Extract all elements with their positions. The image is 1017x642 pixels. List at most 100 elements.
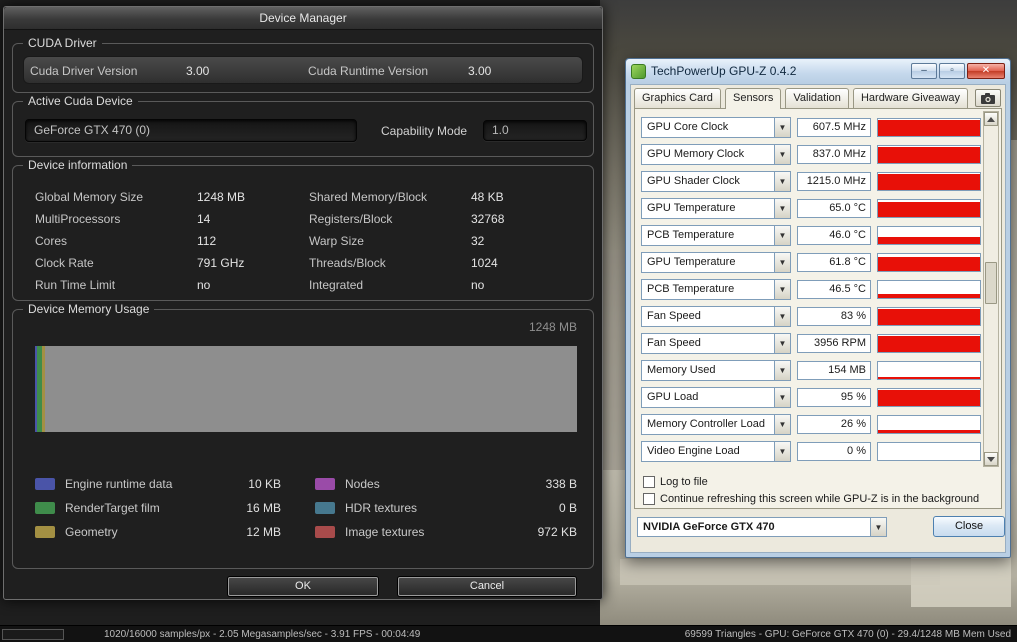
chevron-down-icon[interactable]: ▼ bbox=[774, 307, 790, 326]
chevron-down-icon[interactable]: ▼ bbox=[774, 334, 790, 353]
sensor-graph bbox=[877, 415, 981, 434]
gpu-device-select[interactable]: NVIDIA GeForce GTX 470 ▼ bbox=[637, 517, 887, 537]
chevron-down-icon[interactable]: ▼ bbox=[774, 442, 790, 461]
sensor-select[interactable]: Fan Speed ▼ bbox=[641, 333, 791, 354]
sensor-value: 83 % bbox=[797, 307, 871, 326]
info-label: Registers/Block bbox=[309, 212, 393, 226]
sensor-graph-fill bbox=[878, 376, 980, 379]
tab-sensors[interactable]: Sensors bbox=[724, 88, 782, 109]
sensor-graph bbox=[877, 361, 981, 380]
sensor-select[interactable]: Memory Used ▼ bbox=[641, 360, 791, 381]
legend-row: RenderTarget film 16 MB HDR textures 0 B bbox=[35, 496, 577, 520]
sensor-row: GPU Temperature ▼ 61.8 °C bbox=[635, 252, 1001, 273]
info-value: 1024 bbox=[471, 256, 498, 270]
legend-value: 12 MB bbox=[246, 525, 281, 539]
sensor-select[interactable]: Video Engine Load ▼ bbox=[641, 441, 791, 462]
sensor-graph bbox=[877, 388, 981, 407]
ok-button[interactable]: OK bbox=[228, 577, 378, 596]
sensor-select[interactable]: Memory Controller Load ▼ bbox=[641, 414, 791, 435]
sensor-graph bbox=[877, 280, 981, 299]
device-information-table: Global Memory Size 1248 MB Shared Memory… bbox=[35, 186, 583, 296]
render-stats-text: 1020/16000 samples/px - 2.05 Megasamples… bbox=[104, 629, 421, 640]
sensor-value: 607.5 MHz bbox=[797, 118, 871, 137]
sensor-row: GPU Memory Clock ▼ 837.0 MHz bbox=[635, 144, 1001, 165]
continue-refresh-checkbox[interactable] bbox=[643, 493, 655, 505]
sensor-select[interactable]: GPU Temperature ▼ bbox=[641, 252, 791, 273]
log-to-file-checkbox[interactable] bbox=[643, 476, 655, 488]
device-information-group: Device information Global Memory Size 12… bbox=[12, 158, 594, 301]
gpuz-window: TechPowerUp GPU-Z 0.4.2 – ▫ ✕ Graphics C… bbox=[625, 58, 1011, 558]
chevron-down-icon[interactable]: ▼ bbox=[774, 199, 790, 218]
legend-item: Engine runtime data 10 KB bbox=[35, 477, 281, 491]
sensors-tab-page: GPU Core Clock ▼ 607.5 MHz GPU Memory Cl… bbox=[634, 108, 1002, 509]
cuda-driver-version-label: Cuda Driver Version bbox=[30, 64, 138, 78]
active-cuda-device-group: Active Cuda Device GeForce GTX 470 (0) C… bbox=[12, 94, 594, 157]
chevron-down-icon[interactable]: ▼ bbox=[774, 253, 790, 272]
sensor-graph-fill bbox=[878, 429, 980, 433]
maximize-button[interactable]: ▫ bbox=[939, 63, 965, 79]
close-window-button[interactable]: ✕ bbox=[967, 63, 1005, 79]
legend-value: 0 B bbox=[558, 501, 577, 515]
cancel-button[interactable]: Cancel bbox=[398, 577, 576, 596]
info-label: Global Memory Size bbox=[35, 190, 144, 204]
close-button[interactable]: Close bbox=[933, 516, 1005, 537]
chevron-down-icon[interactable]: ▼ bbox=[774, 388, 790, 407]
info-label: Threads/Block bbox=[309, 256, 386, 270]
minimize-button[interactable]: – bbox=[911, 63, 937, 79]
legend-value: 972 KB bbox=[537, 525, 577, 539]
legend-item: Nodes 338 B bbox=[315, 477, 577, 491]
device-manager-titlebar[interactable]: Device Manager bbox=[4, 7, 602, 30]
chevron-down-icon[interactable]: ▼ bbox=[774, 145, 790, 164]
info-label: Run Time Limit bbox=[35, 278, 116, 292]
legend-swatch bbox=[35, 478, 55, 490]
active-device-select[interactable]: GeForce GTX 470 (0) bbox=[25, 119, 357, 142]
sensor-select[interactable]: GPU Temperature ▼ bbox=[641, 198, 791, 219]
memory-legend: Engine runtime data 10 KB Nodes 338 B Re… bbox=[35, 472, 577, 544]
chevron-down-icon[interactable]: ▼ bbox=[774, 226, 790, 245]
chevron-down-icon[interactable]: ▼ bbox=[870, 518, 886, 536]
cuda-driver-panel: Cuda Driver Version 3.00 Cuda Runtime Ve… bbox=[23, 56, 583, 84]
sensor-name: GPU Core Clock bbox=[647, 121, 729, 133]
sensor-select[interactable]: Fan Speed ▼ bbox=[641, 306, 791, 327]
sensor-graph-fill bbox=[878, 146, 980, 163]
tab-hardware-giveaway[interactable]: Hardware Giveaway bbox=[852, 88, 969, 108]
device-information-group-label: Device information bbox=[23, 158, 133, 172]
sensor-select[interactable]: GPU Core Clock ▼ bbox=[641, 117, 791, 138]
info-label: Clock Rate bbox=[35, 256, 94, 270]
scrollbar-thumb[interactable] bbox=[985, 262, 997, 304]
camera-icon bbox=[981, 92, 995, 104]
sensor-select[interactable]: GPU Load ▼ bbox=[641, 387, 791, 408]
device-memory-usage-group: Device Memory Usage 1248 MB Engine runti… bbox=[12, 302, 594, 569]
sensor-value: 0 % bbox=[797, 442, 871, 461]
gpu-stats-text: 69599 Triangles - GPU: GeForce GTX 470 (… bbox=[684, 629, 1011, 640]
capability-mode-field[interactable]: 1.0 bbox=[483, 120, 587, 141]
chevron-down-icon[interactable]: ▼ bbox=[774, 361, 790, 380]
scroll-up-button[interactable] bbox=[984, 112, 998, 126]
chevron-down-icon[interactable]: ▼ bbox=[774, 118, 790, 137]
sensor-select[interactable]: GPU Memory Clock ▼ bbox=[641, 144, 791, 165]
sensor-row: GPU Load ▼ 95 % bbox=[635, 387, 1001, 408]
chevron-down-icon[interactable]: ▼ bbox=[774, 280, 790, 299]
tab-graphics-card[interactable]: Graphics Card bbox=[634, 88, 721, 108]
info-value: 112 bbox=[197, 234, 217, 248]
chevron-down-icon[interactable]: ▼ bbox=[774, 415, 790, 434]
info-value: 791 GHz bbox=[197, 256, 245, 270]
gpuz-titlebar[interactable]: TechPowerUp GPU-Z 0.4.2 – ▫ ✕ bbox=[626, 59, 1010, 83]
scroll-down-button[interactable] bbox=[984, 452, 998, 466]
info-value: 48 KB bbox=[471, 190, 504, 204]
sensor-select[interactable]: PCB Temperature ▼ bbox=[641, 225, 791, 246]
tab-validation[interactable]: Validation bbox=[785, 88, 849, 108]
sensors-scrollbar[interactable] bbox=[983, 111, 999, 467]
sensor-select[interactable]: GPU Shader Clock ▼ bbox=[641, 171, 791, 192]
cuda-driver-version-value: 3.00 bbox=[186, 64, 210, 78]
sensor-select[interactable]: PCB Temperature ▼ bbox=[641, 279, 791, 300]
continue-refresh-label: Continue refreshing this screen while GP… bbox=[660, 493, 980, 505]
sensor-value: 46.5 °C bbox=[797, 280, 871, 299]
screenshot-camera-button[interactable] bbox=[975, 89, 1001, 107]
sensor-row: GPU Temperature ▼ 65.0 °C bbox=[635, 198, 1001, 219]
memory-usage-bar bbox=[35, 346, 577, 432]
legend-item: RenderTarget film 16 MB bbox=[35, 501, 281, 515]
sensor-graph-fill bbox=[878, 336, 980, 352]
legend-label: Engine runtime data bbox=[65, 477, 173, 491]
chevron-down-icon[interactable]: ▼ bbox=[774, 172, 790, 191]
